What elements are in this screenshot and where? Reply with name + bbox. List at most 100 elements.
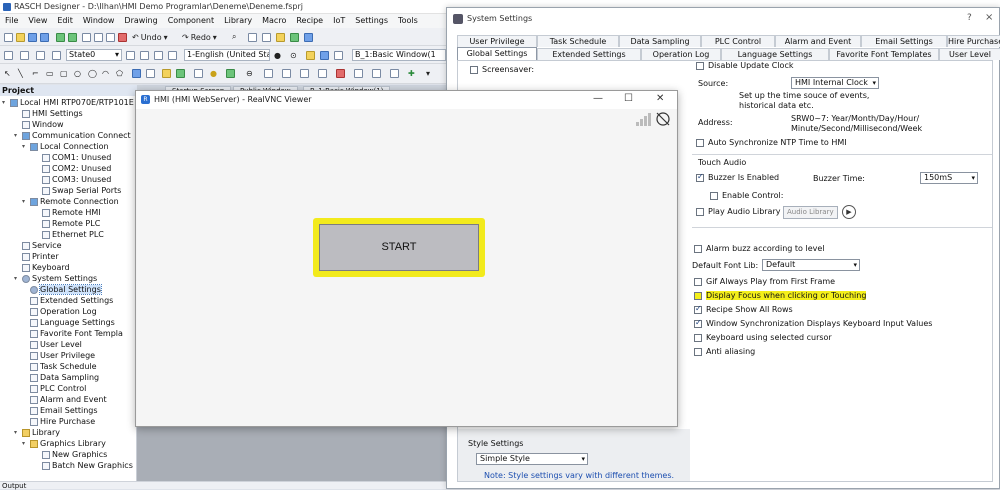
expand-toggle-icon[interactable]: ▾	[14, 275, 20, 282]
find-button[interactable]: ⌕	[232, 31, 236, 43]
chart-tool-button[interactable]	[264, 67, 273, 79]
tree-item[interactable]: Data Sampling	[22, 372, 99, 383]
menu-drawing[interactable]: Drawing	[119, 14, 162, 25]
polyline-tool-button[interactable]: ⌐	[32, 67, 39, 79]
tree-item[interactable]: Language Settings	[22, 317, 115, 328]
window-sync-keyboard-checkbox[interactable]	[694, 318, 702, 328]
image-tool-button[interactable]	[132, 67, 141, 79]
tree-item[interactable]: PLC Control	[22, 383, 86, 394]
audio-library-button[interactable]: Audio Library	[783, 206, 838, 219]
tree-item[interactable]: Batch New Graphics	[34, 460, 133, 471]
buzzer-enabled-option[interactable]: Buzzer Is Enabled	[696, 172, 779, 182]
tree-item[interactable]: ▾ Graphics Library	[22, 438, 106, 449]
line-tool-button[interactable]: ╲	[18, 67, 23, 79]
tab-user-privilege[interactable]: User Privilege	[457, 35, 537, 47]
pointer-tool-button[interactable]: ↖	[4, 67, 11, 79]
move-tool-button[interactable]: ✚	[408, 67, 415, 79]
screensaver-checkbox[interactable]	[470, 65, 478, 74]
close-button[interactable]: ×	[985, 12, 993, 23]
maximize-button[interactable]: ☐	[624, 93, 633, 104]
open-file-button[interactable]	[16, 31, 25, 43]
tree-item[interactable]: Remote HMI	[34, 207, 101, 218]
button-tool-button[interactable]	[162, 67, 171, 79]
display-focus-option[interactable]: Display Focus when clicking or Touching	[694, 291, 867, 300]
tree-item[interactable]: Service	[14, 240, 62, 251]
new-file-button[interactable]	[4, 31, 13, 43]
properties-button[interactable]	[276, 31, 285, 43]
grid-button[interactable]	[262, 31, 271, 43]
align-right-button[interactable]	[36, 49, 45, 61]
circle-tool-button[interactable]: ○	[74, 67, 81, 79]
screensaver-option[interactable]: Screensaver:	[470, 65, 534, 74]
tree-item[interactable]: Window	[14, 119, 64, 130]
tab-language-settings[interactable]: Language Settings	[721, 48, 829, 60]
tree-item[interactable]: ▾ System Settings	[14, 273, 97, 284]
anti-aliasing-checkbox[interactable]	[694, 347, 702, 356]
format-button[interactable]	[168, 49, 177, 61]
tree-item[interactable]: HMI Settings	[14, 108, 83, 119]
ellipse-tool-button[interactable]: ◯	[88, 67, 97, 79]
screen-button[interactable]	[306, 49, 315, 61]
style-select[interactable]: Simple Style ▾	[476, 453, 588, 465]
state-select[interactable]: State0 ▾	[66, 49, 122, 61]
list-tool-button[interactable]	[390, 67, 399, 79]
tree-item[interactable]: User Privilege	[22, 350, 95, 361]
round-rect-tool-button[interactable]: ▢	[60, 67, 68, 79]
tree-item[interactable]: Swap Serial Ports	[34, 185, 121, 196]
buzzer-time-select[interactable]: 150mS ▾	[920, 172, 978, 184]
tab-plc-control[interactable]: PLC Control	[701, 35, 775, 47]
tree-item[interactable]: Task Schedule	[22, 361, 97, 372]
menu-window[interactable]: Window	[78, 14, 120, 25]
layout-button[interactable]	[320, 49, 329, 61]
tree-item[interactable]: Favorite Font Templa	[22, 328, 123, 339]
alarm-tool-button[interactable]	[336, 67, 345, 79]
enable-control-option[interactable]: Enable Control:	[710, 191, 783, 200]
auto-sync-ntp-option[interactable]: Auto Synchronize NTP Time to HMI	[696, 138, 847, 147]
tab-extended-settings[interactable]: Extended Settings	[537, 48, 641, 60]
menu-tools[interactable]: Tools	[393, 14, 423, 25]
save-all-button[interactable]	[40, 31, 49, 43]
cut-button[interactable]	[82, 31, 91, 43]
tab-operation-log[interactable]: Operation Log	[641, 48, 721, 60]
play-icon[interactable]: ▶	[842, 205, 856, 219]
default-font-lib-select[interactable]: Default ▾	[762, 259, 860, 271]
expand-toggle-icon[interactable]: ▾	[14, 429, 20, 436]
tree-item[interactable]: Operation Log	[22, 306, 97, 317]
menu-recipe[interactable]: Recipe	[291, 14, 328, 25]
tab-favorite-font-templates[interactable]: Favorite Font Templates	[829, 48, 939, 60]
settings-button[interactable]	[304, 31, 313, 43]
menu-settings[interactable]: Settings	[350, 14, 393, 25]
zoom-button[interactable]	[248, 31, 257, 43]
compile-button[interactable]	[56, 31, 65, 43]
more-tools-button[interactable]: ▾	[426, 67, 430, 79]
enable-control-checkbox[interactable]	[710, 191, 718, 200]
start-button[interactable]: START	[319, 224, 479, 271]
layer-button[interactable]	[334, 49, 343, 61]
vnc-remote-screen[interactable]: START	[137, 109, 676, 426]
recipe-show-all-rows-checkbox[interactable]	[694, 304, 702, 314]
meter-tool-button[interactable]: ⊖	[246, 67, 253, 79]
play-audio-library-checkbox[interactable]	[696, 207, 704, 216]
bar-tool-button[interactable]	[354, 67, 363, 79]
alarm-buzz-checkbox[interactable]	[694, 244, 702, 253]
tab-data-sampling[interactable]: Data Sampling	[619, 35, 701, 47]
globe-button[interactable]: ●	[274, 49, 281, 61]
arc-tool-button[interactable]: ◠	[102, 67, 109, 79]
switch-tool-button[interactable]	[226, 67, 235, 79]
pin-button[interactable]: ⊙	[290, 49, 297, 61]
tab-email-settings[interactable]: Email Settings	[861, 35, 947, 47]
text-tool-button[interactable]	[140, 49, 149, 61]
tab-global-settings[interactable]: Global Settings	[457, 47, 537, 61]
expand-toggle-icon[interactable]: ▾	[22, 440, 28, 447]
lang-toggle-button[interactable]	[126, 49, 135, 61]
tree-item[interactable]: User Level	[22, 339, 82, 350]
expand-toggle-icon[interactable]: ▾	[22, 143, 28, 150]
source-select[interactable]: HMI Internal Clock ▾	[791, 77, 879, 89]
paste-button[interactable]	[106, 31, 115, 43]
redo-button[interactable]: ↷ Redo ▾	[182, 31, 217, 43]
menu-macro[interactable]: Macro	[257, 14, 291, 25]
save-button[interactable]	[28, 31, 37, 43]
tree-item[interactable]: ▾ Local Connection	[22, 141, 109, 152]
gif-always-play-option[interactable]: Gif Always Play from First Frame	[694, 277, 835, 286]
menu-library[interactable]: Library	[219, 14, 257, 25]
